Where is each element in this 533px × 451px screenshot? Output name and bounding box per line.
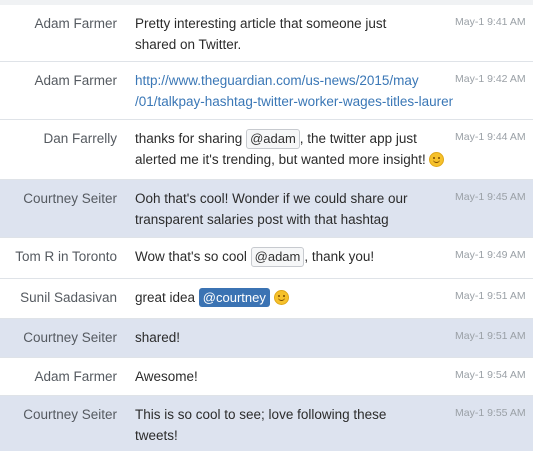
message-timestamp: May-1 9:49 AM [455, 249, 526, 261]
message-body: Wow that's so cool @adam, thank you! [135, 246, 453, 267]
message-author[interactable]: Adam Farmer [0, 369, 117, 384]
message-text-line: Pretty interesting article that someone … [135, 16, 387, 31]
message-author[interactable]: Adam Farmer [0, 16, 117, 31]
message-text-line: transparent salaries post with that hash… [135, 212, 389, 227]
message-timestamp: May-1 9:44 AM [455, 131, 526, 143]
message-body: Pretty interesting article that someone … [135, 13, 453, 55]
message-row[interactable]: Adam Farmer Pretty interesting article t… [0, 5, 533, 62]
message-row[interactable]: Tom R in Toronto Wow that's so cool @ada… [0, 238, 533, 279]
message-author[interactable]: Adam Farmer [0, 73, 117, 88]
message-text-line: Wow that's so cool @adam, thank you! [135, 246, 453, 267]
message-text-line: Ooh that's cool! Wonder if we could shar… [135, 191, 408, 206]
message-timestamp: May-1 9:42 AM [455, 73, 526, 85]
article-link-continued[interactable]: /01/talkpay-hashtag-twitter-worker-wages… [135, 91, 453, 112]
message-text-line: Awesome! [135, 369, 198, 384]
message-timestamp: May-1 9:55 AM [455, 407, 526, 419]
message-text: , the twitter app just [299, 131, 417, 146]
mention-tag-highlighted[interactable]: @courtney [198, 288, 270, 307]
message-timestamp: May-1 9:54 AM [455, 369, 526, 381]
message-author[interactable]: Tom R in Toronto [0, 249, 117, 264]
message-row[interactable]: Adam Farmer Awesome! May-1 9:54 AM [0, 358, 533, 396]
message-author[interactable]: Dan Farrelly [0, 131, 117, 146]
message-text: thanks for sharing [135, 131, 247, 146]
message-body: This is so cool to see; love following t… [135, 404, 453, 446]
message-text: great idea [135, 290, 199, 305]
message-text-line: tweets! [135, 428, 178, 443]
message-author[interactable]: Courtney Seiter [0, 330, 117, 345]
message-author[interactable]: Sunil Sadasivan [0, 290, 117, 305]
message-text-line: great idea @courtney [135, 287, 453, 308]
message-body: http://www.theguardian.com/us-news/2015/… [135, 70, 453, 112]
mention-tag[interactable]: @adam [246, 129, 300, 149]
smiley-icon [273, 290, 289, 305]
message-row[interactable]: Courtney Seiter This is so cool to see; … [0, 396, 533, 451]
message-text: Wow that's so cool [135, 249, 251, 264]
message-text-line: This is so cool to see; love following t… [135, 407, 387, 422]
message-timestamp: May-1 9:51 AM [455, 330, 526, 342]
message-timestamp: May-1 9:45 AM [455, 191, 526, 203]
message-text-line: shared! [135, 330, 181, 345]
message-body: Awesome! [135, 366, 453, 387]
message-row[interactable]: Sunil Sadasivan great idea @courtney May… [0, 279, 533, 319]
message-text-line: thanks for sharing @adam, the twitter ap… [135, 128, 453, 149]
message-text-line: shared on Twitter. [135, 37, 242, 52]
message-row[interactable]: Adam Farmer http://www.theguardian.com/u… [0, 62, 533, 120]
article-link[interactable]: http://www.theguardian.com/us-news/2015/… [135, 70, 453, 91]
message-row[interactable]: Courtney Seiter shared! May-1 9:51 AM [0, 319, 533, 358]
message-body: shared! [135, 327, 453, 348]
message-timestamp: May-1 9:41 AM [455, 16, 526, 28]
message-timestamp: May-1 9:51 AM [455, 290, 526, 302]
mention-tag[interactable]: @adam [250, 247, 305, 267]
message-body: thanks for sharing @adam, the twitter ap… [135, 128, 453, 170]
message-body: great idea @courtney [135, 287, 453, 308]
message-author[interactable]: Courtney Seiter [0, 191, 117, 206]
message-author[interactable]: Courtney Seiter [0, 407, 117, 422]
message-row[interactable]: Courtney Seiter Ooh that's cool! Wonder … [0, 180, 533, 238]
message-body: Ooh that's cool! Wonder if we could shar… [135, 188, 453, 230]
smiley-icon [429, 152, 445, 167]
message-text-line: alerted me it's trending, but wanted mor… [135, 149, 453, 170]
message-text: alerted me it's trending, but wanted mor… [135, 152, 430, 167]
message-text: , thank you! [304, 249, 375, 264]
message-row[interactable]: Dan Farrelly thanks for sharing @adam, t… [0, 120, 533, 180]
